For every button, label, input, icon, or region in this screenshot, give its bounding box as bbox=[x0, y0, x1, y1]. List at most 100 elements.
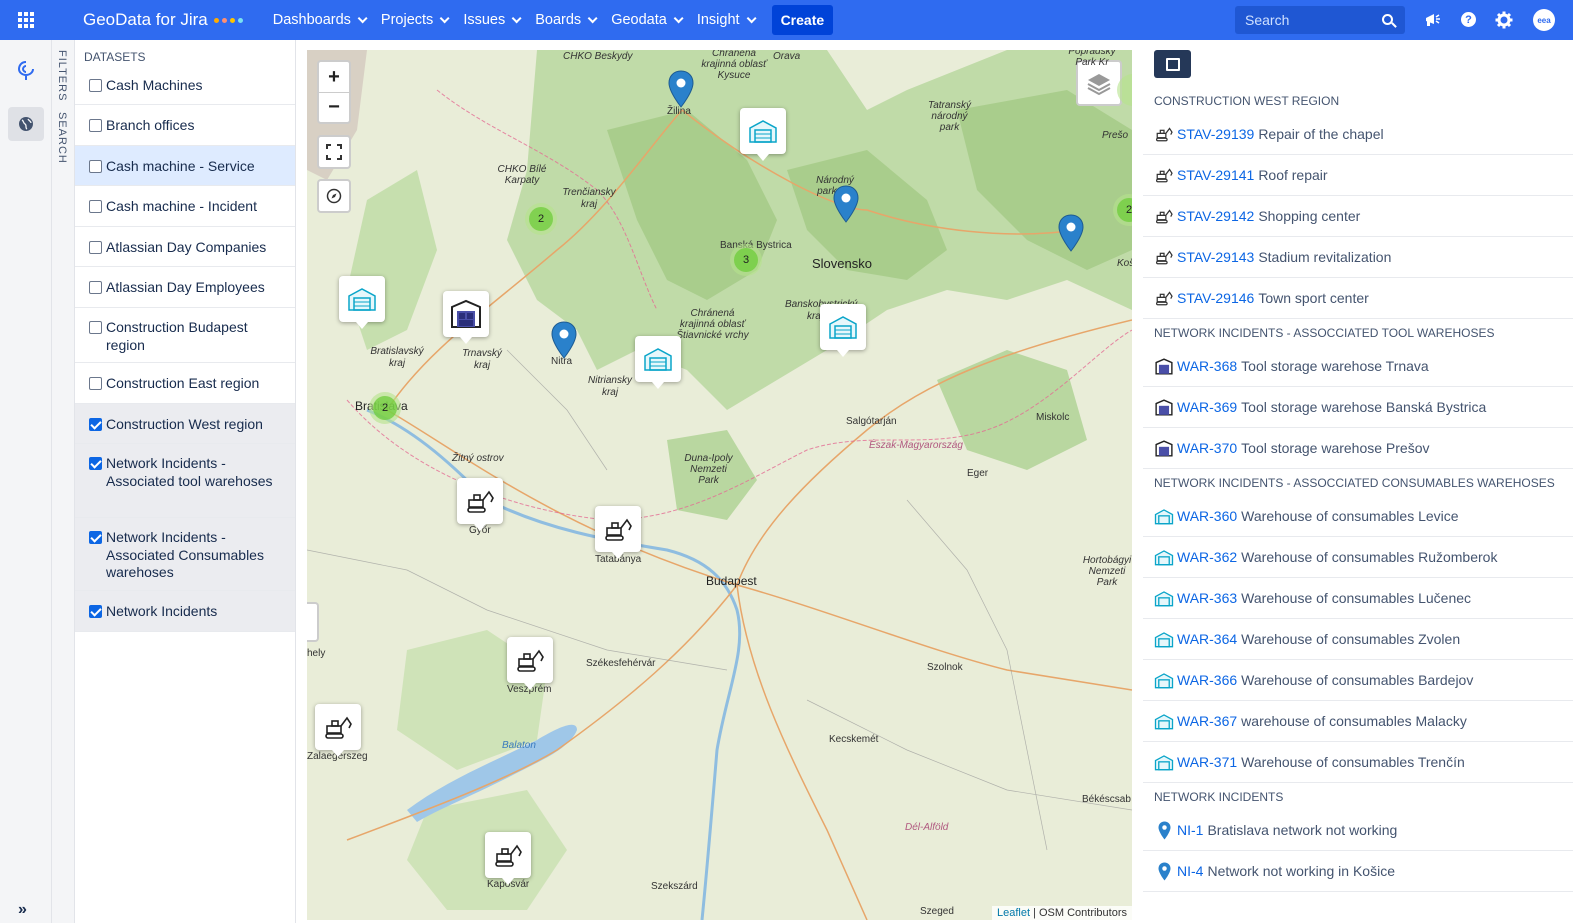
issue-key-link[interactable]: NI-1 bbox=[1177, 822, 1203, 838]
dataset-item[interactable]: Atlassian Day Employees bbox=[75, 267, 295, 308]
dataset-item[interactable]: Network Incidents - Associated Consumabl… bbox=[75, 518, 295, 591]
dataset-item[interactable]: Construction Budapest region bbox=[75, 308, 295, 363]
map-pin-icon[interactable] bbox=[833, 185, 859, 223]
map-canvas[interactable]: + − CHKO Beskydy Orava Chránená krajinná… bbox=[307, 50, 1132, 920]
dataset-checkbox[interactable] bbox=[89, 200, 102, 213]
fullscreen-button[interactable] bbox=[317, 135, 351, 169]
construction-marker[interactable] bbox=[595, 506, 641, 559]
geodata-logo-button[interactable] bbox=[8, 54, 44, 88]
issue-key-link[interactable]: WAR-364 bbox=[1177, 631, 1237, 647]
map-pin-icon[interactable] bbox=[551, 321, 577, 359]
result-item[interactable]: WAR-371 Warehouse of consumables Trenčín bbox=[1143, 742, 1573, 783]
zoom-out-button[interactable]: − bbox=[319, 92, 349, 122]
consumables-warehouse-marker[interactable] bbox=[635, 336, 681, 389]
nav-geodata[interactable]: Geodata bbox=[611, 12, 684, 28]
dataset-checkbox[interactable] bbox=[89, 79, 102, 92]
app-switcher-button[interactable] bbox=[0, 0, 52, 40]
consumables-warehouse-marker[interactable] bbox=[820, 304, 866, 357]
leaflet-link[interactable]: Leaflet bbox=[997, 907, 1030, 919]
issue-key-link[interactable]: WAR-367 bbox=[1177, 713, 1237, 729]
expand-sidebar-icon[interactable]: » bbox=[18, 901, 27, 919]
zoom-in-button[interactable]: + bbox=[319, 62, 349, 92]
issue-key-link[interactable]: STAV-29142 bbox=[1177, 208, 1254, 224]
construction-marker[interactable] bbox=[315, 704, 361, 757]
search-input[interactable]: Search bbox=[1235, 6, 1405, 34]
locate-button[interactable] bbox=[317, 179, 351, 213]
dataset-checkbox[interactable] bbox=[89, 321, 102, 334]
issue-key-link[interactable]: NI-4 bbox=[1177, 863, 1203, 879]
panel-toggle-button[interactable] bbox=[1154, 50, 1191, 78]
result-item[interactable]: WAR-363 Warehouse of consumables Lučenec bbox=[1143, 578, 1573, 619]
tool-warehouse-marker[interactable] bbox=[443, 291, 489, 344]
issue-key-link[interactable]: WAR-366 bbox=[1177, 672, 1237, 688]
map-pin-icon[interactable] bbox=[668, 70, 694, 108]
tab-search[interactable]: SEARCH bbox=[56, 112, 68, 164]
result-item[interactable]: WAR-360 Warehouse of consumables Levice bbox=[1143, 496, 1573, 537]
result-item[interactable]: WAR-366 Warehouse of consumables Bardejov bbox=[1143, 660, 1573, 701]
side-handle[interactable] bbox=[307, 602, 319, 642]
dataset-checkbox[interactable] bbox=[89, 377, 102, 390]
dataset-item[interactable]: Network Incidents bbox=[75, 591, 295, 632]
issue-key-link[interactable]: STAV-29143 bbox=[1177, 249, 1254, 265]
construction-marker[interactable] bbox=[457, 478, 503, 531]
notifications-megaphone-icon[interactable] bbox=[1423, 10, 1443, 30]
result-item[interactable]: WAR-370 Tool storage warehose Prešov bbox=[1143, 428, 1573, 469]
issue-key-link[interactable]: WAR-370 bbox=[1177, 440, 1237, 456]
issue-key-link[interactable]: WAR-371 bbox=[1177, 754, 1237, 770]
result-item[interactable]: WAR-367 warehouse of consumables Malacky bbox=[1143, 701, 1573, 742]
issue-key-link[interactable]: WAR-368 bbox=[1177, 358, 1237, 374]
result-item[interactable]: STAV-29143 Stadium revitalization bbox=[1143, 237, 1573, 278]
dataset-checkbox[interactable] bbox=[89, 119, 102, 132]
nav-dashboards[interactable]: Dashboards bbox=[273, 12, 368, 28]
dataset-checkbox[interactable] bbox=[89, 531, 102, 544]
marker-cluster[interactable]: 3 bbox=[730, 244, 762, 276]
dataset-item[interactable]: Atlassian Day Companies bbox=[75, 227, 295, 267]
dataset-item[interactable]: Construction West region bbox=[75, 404, 295, 444]
nav-insight[interactable]: Insight bbox=[697, 12, 757, 28]
nav-boards[interactable]: Boards bbox=[535, 12, 598, 28]
result-item[interactable]: STAV-29146 Town sport center bbox=[1143, 278, 1573, 319]
result-item[interactable]: NI-4 Network not working in Košice bbox=[1143, 851, 1573, 892]
dataset-item[interactable]: Network Incidents - Associated tool ware… bbox=[75, 444, 295, 518]
result-item[interactable]: WAR-362 Warehouse of consumables Ružomber… bbox=[1143, 537, 1573, 578]
dataset-item[interactable]: Branch offices bbox=[75, 105, 295, 146]
nav-projects[interactable]: Projects bbox=[381, 12, 450, 28]
result-item[interactable]: NI-1 Bratislava network not working bbox=[1143, 810, 1573, 851]
dataset-checkbox[interactable] bbox=[89, 160, 102, 173]
consumables-warehouse-marker[interactable] bbox=[339, 276, 385, 329]
marker-cluster[interactable]: 2 bbox=[369, 392, 401, 424]
map-pin-icon[interactable] bbox=[1058, 214, 1084, 252]
issue-key-link[interactable]: STAV-29139 bbox=[1177, 126, 1254, 142]
marker-cluster[interactable]: 2 bbox=[525, 203, 557, 235]
construction-marker[interactable] bbox=[485, 832, 531, 885]
result-item[interactable]: STAV-29139 Repair of the chapel bbox=[1143, 114, 1573, 155]
dataset-item[interactable]: Cash machine - Incident bbox=[75, 186, 295, 227]
dataset-item[interactable]: Construction East region bbox=[75, 363, 295, 404]
result-item[interactable]: STAV-29142 Shopping center bbox=[1143, 196, 1573, 237]
dataset-checkbox[interactable] bbox=[89, 418, 102, 431]
issue-key-link[interactable]: WAR-360 bbox=[1177, 508, 1237, 524]
result-item[interactable]: WAR-364 Warehouse of consumables Zvolen bbox=[1143, 619, 1573, 660]
user-avatar[interactable]: eea bbox=[1533, 9, 1555, 31]
issue-key-link[interactable]: WAR-363 bbox=[1177, 590, 1237, 606]
dataset-checkbox[interactable] bbox=[89, 241, 102, 254]
construction-marker[interactable] bbox=[507, 637, 553, 690]
nav-issues[interactable]: Issues bbox=[463, 12, 522, 28]
issue-key-link[interactable]: WAR-362 bbox=[1177, 549, 1237, 565]
dataset-item[interactable]: Cash machine - Service bbox=[75, 146, 295, 186]
consumables-warehouse-marker[interactable] bbox=[740, 108, 786, 161]
issue-key-link[interactable]: STAV-29141 bbox=[1177, 167, 1254, 183]
tab-filters[interactable]: FILTERS bbox=[56, 50, 68, 101]
result-item[interactable]: WAR-368 Tool storage warehose Trnava bbox=[1143, 346, 1573, 387]
dataset-checkbox[interactable] bbox=[89, 605, 102, 618]
result-item[interactable]: STAV-29141 Roof repair bbox=[1143, 155, 1573, 196]
issue-key-link[interactable]: STAV-29146 bbox=[1177, 290, 1254, 306]
result-item[interactable]: WAR-369 Tool storage warehose Banská Byst… bbox=[1143, 387, 1573, 428]
issue-key-link[interactable]: WAR-369 bbox=[1177, 399, 1237, 415]
help-icon[interactable]: ? bbox=[1461, 12, 1476, 27]
dataset-checkbox[interactable] bbox=[89, 281, 102, 294]
create-button[interactable]: Create bbox=[771, 5, 834, 35]
dataset-checkbox[interactable] bbox=[89, 457, 102, 470]
dataset-item[interactable]: Cash Machines bbox=[75, 65, 295, 105]
settings-gear-icon[interactable] bbox=[1494, 10, 1514, 30]
